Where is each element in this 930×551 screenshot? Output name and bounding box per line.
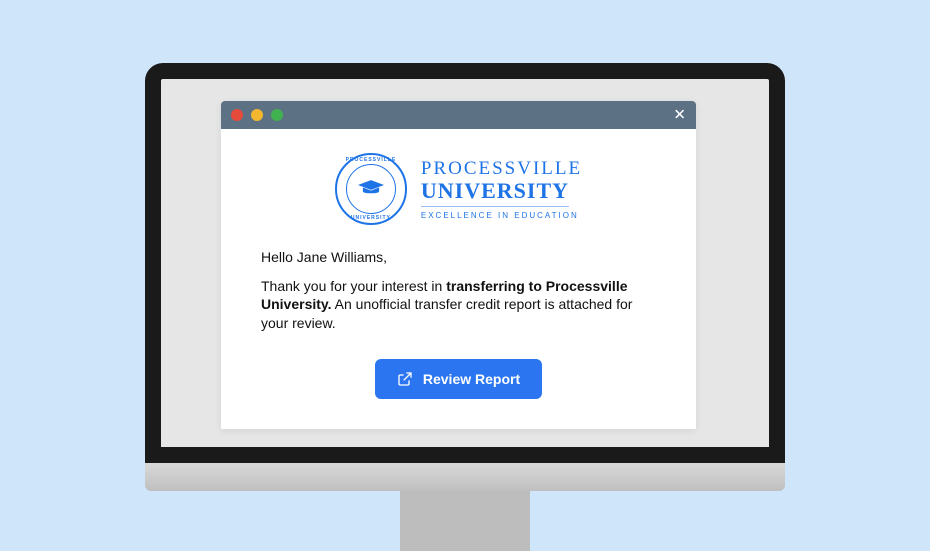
- email-window: ✕ PROCESSVILLE UNIVERSITY: [221, 101, 696, 430]
- seal-text-top: PROCESSVILLE: [346, 157, 397, 163]
- monitor-illustration: ✕ PROCESSVILLE UNIVERSITY: [145, 63, 785, 491]
- brand-header: PROCESSVILLE UNIVERSITY PROCESSVILLE UNI…: [261, 153, 656, 225]
- email-body: PROCESSVILLE UNIVERSITY PROCESSVILLE UNI…: [221, 129, 696, 430]
- seal-text-bottom: UNIVERSITY: [351, 215, 391, 221]
- close-dot-icon[interactable]: [231, 109, 243, 121]
- traffic-lights: [231, 109, 283, 121]
- monitor-base: [145, 463, 785, 491]
- brand-text: PROCESSVILLE UNIVERSITY EXCELLENCE IN ED…: [421, 158, 582, 220]
- email-message: Thank you for your interest in transferr…: [261, 277, 656, 334]
- brand-name-line2: UNIVERSITY: [421, 178, 569, 207]
- brand-tagline: EXCELLENCE IN EDUCATION: [421, 211, 582, 220]
- maximize-dot-icon[interactable]: [271, 109, 283, 121]
- review-report-label: Review Report: [423, 371, 520, 387]
- external-link-icon: [397, 371, 413, 387]
- brand-name-line1: PROCESSVILLE: [421, 158, 582, 180]
- window-titlebar: ✕: [221, 101, 696, 129]
- close-icon[interactable]: ✕: [673, 107, 686, 122]
- review-report-button[interactable]: Review Report: [375, 359, 542, 399]
- minimize-dot-icon[interactable]: [251, 109, 263, 121]
- email-greeting: Hello Jane Williams,: [261, 249, 656, 265]
- monitor-screen: ✕ PROCESSVILLE UNIVERSITY: [145, 63, 785, 463]
- university-seal-icon: PROCESSVILLE UNIVERSITY: [335, 153, 407, 225]
- graduation-cap-icon: [358, 180, 384, 198]
- email-msg-pre: Thank you for your interest in: [261, 278, 446, 294]
